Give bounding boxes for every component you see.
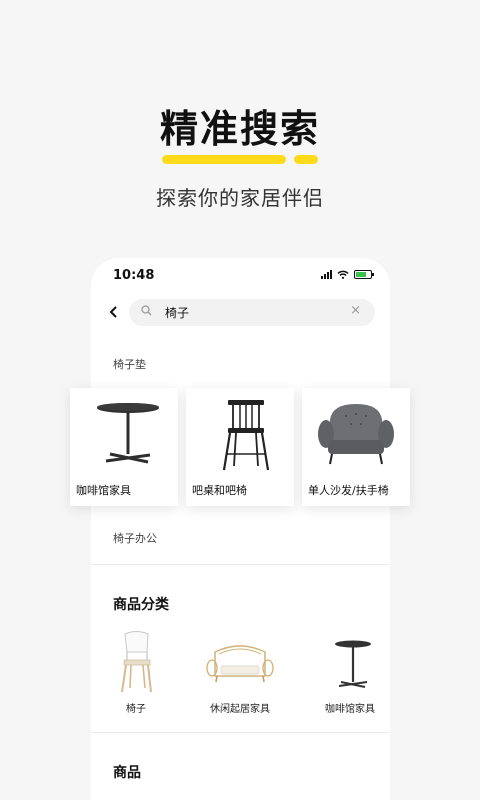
status-time: 10:48 <box>113 268 155 283</box>
underline-bar-long <box>162 155 286 164</box>
underline-bar-short <box>294 155 318 164</box>
clear-icon[interactable]: × <box>350 303 361 318</box>
bar-stool-image <box>222 400 270 471</box>
product-card-label: 吧桌和吧椅 <box>192 484 247 497</box>
rattan-sofa-image <box>206 645 274 683</box>
product-card-bar[interactable]: 吧桌和吧椅 <box>186 388 294 506</box>
category-item-lounge[interactable]: 休闲起居家具 <box>195 630 285 715</box>
category-label: 休闲起居家具 <box>210 704 270 715</box>
battery-icon <box>354 270 374 279</box>
cafe-table-image <box>97 403 159 464</box>
product-card-label: 单人沙发/扶手椅 <box>308 484 389 497</box>
cafe-table-image <box>335 640 371 688</box>
back-button[interactable] <box>105 302 125 322</box>
search-input[interactable]: 椅子 × <box>129 299 375 326</box>
category-item-chairs[interactable]: 椅子 <box>91 630 181 715</box>
products-section-title: 商品 <box>113 765 141 781</box>
divider <box>91 564 390 565</box>
category-label: 椅子 <box>126 704 146 715</box>
category-item-cafe[interactable]: 咖啡馆家具 <box>305 630 390 715</box>
phone-mockup: 10:48 椅子 × 椅子垫 椅子办公 商品分类 椅子 休闲起居家具 咖啡馆家具… <box>91 258 390 800</box>
promo-subheadline: 探索你的家居伴侣 <box>156 186 324 210</box>
category-section-title: 商品分类 <box>113 597 169 613</box>
chair-image <box>121 631 152 693</box>
status-icons <box>321 270 374 279</box>
divider <box>91 732 390 733</box>
headline-underline <box>0 155 480 165</box>
search-query: 椅子 <box>165 306 190 320</box>
search-icon <box>141 305 152 316</box>
product-card-armchair[interactable]: 单人沙发/扶手椅 <box>302 388 410 506</box>
chevron-left-icon <box>109 306 117 318</box>
wifi-icon <box>337 270 349 279</box>
category-label: 咖啡馆家具 <box>325 704 375 715</box>
signal-icon <box>321 270 332 279</box>
product-card-cafe[interactable]: 咖啡馆家具 <box>70 388 178 506</box>
promo-headline: 精准搜索 <box>159 107 320 151</box>
armchair-image <box>318 404 394 465</box>
product-card-label: 咖啡馆家具 <box>76 484 131 497</box>
suggestion-item[interactable]: 椅子办公 <box>113 530 157 546</box>
suggestion-item[interactable]: 椅子垫 <box>113 356 146 372</box>
